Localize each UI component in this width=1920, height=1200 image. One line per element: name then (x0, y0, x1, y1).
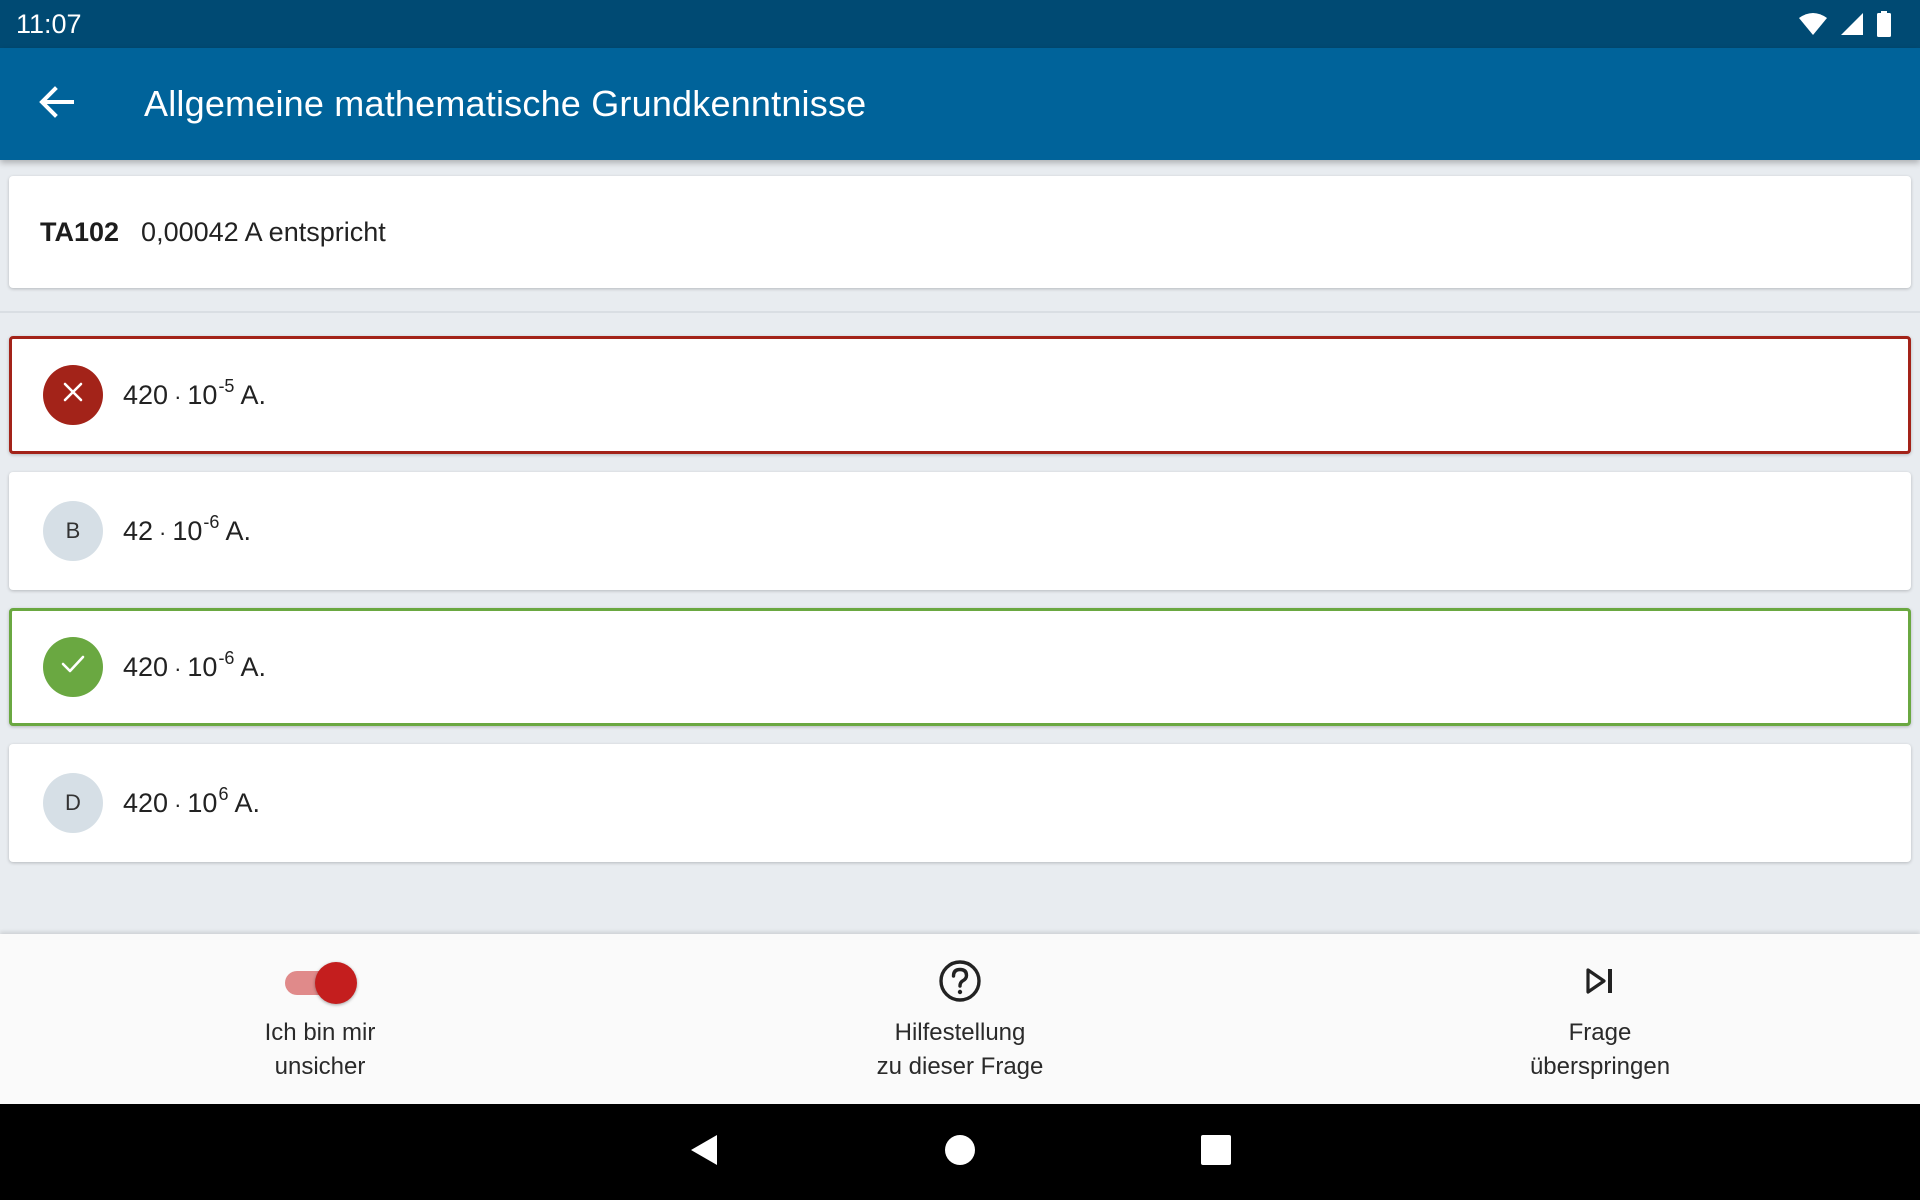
answer-unit: A. (240, 379, 266, 410)
answer-mantissa: 420 (123, 787, 169, 818)
answer-base: 10 (187, 379, 218, 410)
skip-label-line1: Frage (1568, 1019, 1632, 1046)
battery-icon (1876, 11, 1892, 37)
unsure-toggle-action[interactable]: Ich bin mir unsicher (0, 934, 640, 1104)
answer-option-b[interactable]: B 42 · 10 -6 A. (9, 472, 1911, 590)
answer-base: 10 (172, 515, 203, 546)
answer-text: 420 · 10 -5 A. (123, 376, 266, 411)
nav-recents-icon (1201, 1134, 1231, 1170)
answer-exponent: -6 (218, 647, 235, 668)
nav-home-button[interactable] (832, 1104, 1088, 1200)
answer-dot: · (159, 519, 167, 545)
answer-unit: A. (225, 515, 251, 546)
help-label: Hilfestellung zu dieser Frage (877, 1016, 1044, 1084)
help-label-line1: Hilfestellung (894, 1019, 1026, 1046)
answer-option-d[interactable]: D 420 · 10 6 A. (9, 744, 1911, 862)
system-nav-bar (0, 1104, 1920, 1200)
answer-exponent: 6 (218, 783, 229, 804)
answer-letter-badge: B (43, 501, 103, 561)
app-bar: Allgemeine mathematische Grundkenntnisse (0, 48, 1920, 160)
answer-dot: · (174, 655, 182, 681)
answer-letter-badge: D (43, 773, 103, 833)
answer-option-a[interactable]: 420 · 10 -5 A. (9, 336, 1911, 454)
unsure-label: Ich bin mir unsicher (265, 1016, 376, 1084)
divider (0, 311, 1920, 313)
unsure-label-line2: unsicher (274, 1053, 366, 1080)
nav-home-icon (944, 1134, 976, 1171)
skip-next-icon (1585, 967, 1615, 999)
nav-back-icon (688, 1133, 720, 1172)
help-label-line2: zu dieser Frage (876, 1053, 1044, 1080)
bottom-action-bar: Ich bin mir unsicher Hilfestellung zu di… (0, 934, 1920, 1104)
status-time: 11:07 (16, 8, 82, 39)
page-title: Allgemeine mathematische Grundkenntnisse (144, 83, 867, 124)
arrow-back-icon (38, 85, 74, 123)
question-card: TA102 0,00042 A entspricht (9, 176, 1911, 288)
wifi-icon (1798, 12, 1828, 36)
answer-base: 10 (187, 787, 218, 818)
question-text: 0,00042 A entspricht (141, 216, 386, 247)
correct-marker (43, 637, 103, 697)
answer-unit: A. (240, 651, 266, 682)
toggle-thumb (315, 962, 357, 1004)
unsure-toggle[interactable] (283, 960, 357, 1006)
answer-mantissa: 420 (123, 651, 169, 682)
answer-dot: · (174, 383, 182, 409)
question-id: TA102 (40, 216, 120, 247)
answer-base: 10 (187, 651, 218, 682)
signal-icon (1840, 12, 1864, 36)
nav-back-button[interactable] (576, 1104, 832, 1200)
answer-mantissa: 420 (123, 379, 169, 410)
skip-question-button[interactable]: Frage überspringen (1280, 934, 1920, 1104)
status-icons (1798, 11, 1892, 37)
answer-text: 420 · 10 -6 A. (123, 648, 266, 683)
back-button[interactable] (0, 48, 112, 160)
unsure-label-line1: Ich bin mir (264, 1019, 376, 1046)
skip-label: Frage überspringen (1530, 1016, 1670, 1084)
answer-text: 420 · 10 6 A. (123, 784, 260, 819)
answer-dot: · (174, 791, 182, 817)
answer-exponent: -5 (218, 375, 235, 396)
answer-text: 42 · 10 -6 A. (123, 512, 251, 547)
nav-recents-button[interactable] (1088, 1104, 1344, 1200)
check-icon (61, 654, 85, 680)
help-button[interactable]: Hilfestellung zu dieser Frage (640, 934, 1280, 1104)
answer-exponent: -6 (203, 511, 220, 532)
close-icon (62, 381, 84, 409)
skip-label-line2: überspringen (1529, 1053, 1671, 1080)
status-bar: 11:07 (0, 0, 1920, 48)
help-circle-icon (938, 959, 982, 1008)
wrong-marker (43, 365, 103, 425)
answer-option-c[interactable]: 420 · 10 -6 A. (9, 608, 1911, 726)
answer-unit: A. (234, 787, 260, 818)
answer-mantissa: 42 (123, 515, 154, 546)
